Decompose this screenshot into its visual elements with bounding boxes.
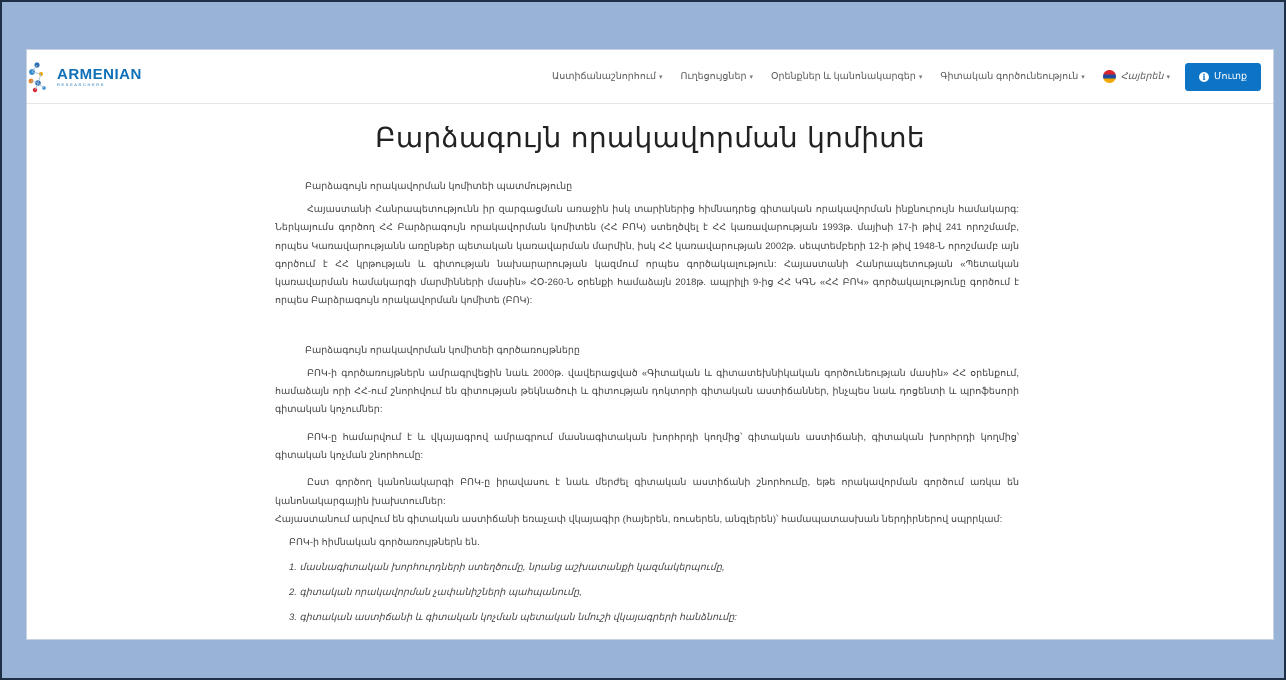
functions-paragraph-2: ԲՈԿ-ը համարվում է և վկայագրով ամրագրում … bbox=[275, 431, 1019, 461]
main-content: Բարձագույն որակավորման կոմիտե Բարձագույն… bbox=[27, 121, 1273, 623]
functions-list-heading: ԲՈԿ-ի հիմնական գործառույթներն են. bbox=[289, 536, 480, 548]
screenshot-frame: ARMENIAN RESEARCHERS Աստիճանաշնորհում ▾ … bbox=[0, 0, 1286, 680]
functions-list-item: 3. գիտական աստիճանի և գիտական կոչման պետ… bbox=[289, 611, 737, 623]
history-section-title: Բարձագույն որակավորման կոմիտեի պատմությո… bbox=[305, 181, 573, 192]
logo-subtitle: RESEARCHERS bbox=[57, 81, 106, 87]
functions-list-item: 1. մասնագիտական խորհուրդների ստեղծումը, … bbox=[289, 561, 725, 573]
functions-paragraph-1: ԲՈԿ-ի գործառույթներն ամրագրվեցին նաև 200… bbox=[275, 367, 1019, 416]
nav-label: Ուղեցույցներ bbox=[680, 71, 747, 82]
functions-paragraph-3: Ըստ գործող կանոնակարգի ԲՈԿ-ը իրավասու է … bbox=[275, 477, 1019, 507]
chevron-down-icon: ▾ bbox=[749, 73, 753, 81]
logo-wordmark: ARMENIAN bbox=[57, 65, 142, 83]
language-selector[interactable]: Հայերեն ▾ bbox=[1094, 70, 1179, 83]
nav-degree-awarding[interactable]: Աստիճանաշնորհում ▾ bbox=[543, 71, 672, 82]
login-label: Մուտք bbox=[1214, 71, 1247, 82]
functions-section-title: Բարձագույն որակավորման կոմիտեի գործառույ… bbox=[305, 344, 580, 356]
certificate-note: Հայաստանում արվում են գիտական աստիճանի ե… bbox=[275, 513, 1003, 525]
nav-label: Աստիճանաշնորհում bbox=[551, 71, 657, 82]
nav-guides[interactable]: Ուղեցույցներ ▾ bbox=[672, 71, 762, 82]
main-menu: Աստիճանաշնորհում ▾ Ուղեցույցներ ▾ Օրենքն… bbox=[543, 62, 1261, 91]
logo-text: ARMENIAN RESEARCHERS bbox=[57, 67, 142, 87]
nav-scientific-activity[interactable]: Գիտական գործունեություն ▾ bbox=[931, 71, 1093, 82]
site-logo[interactable]: ARMENIAN RESEARCHERS bbox=[27, 59, 142, 95]
logo-network-icon bbox=[28, 61, 46, 92]
armenia-flag-icon bbox=[1102, 70, 1116, 83]
login-button[interactable]: i Մուտք bbox=[1185, 62, 1261, 91]
nav-laws-regulations[interactable]: Օրենքներ և կանոնակարգեր ▾ bbox=[762, 71, 931, 82]
functions-list-item: 2. գիտական որակավորման չափանիշների պահպա… bbox=[289, 586, 582, 598]
browser-page: ARMENIAN RESEARCHERS Աստիճանաշնորհում ▾ … bbox=[26, 49, 1274, 640]
chevron-down-icon: ▾ bbox=[1081, 73, 1085, 81]
language-label: Հայերեն bbox=[1120, 71, 1164, 82]
nav-label: Օրենքներ և կանոնակարգեր bbox=[771, 71, 916, 82]
chevron-down-icon: ▾ bbox=[918, 73, 923, 81]
nav-label: Գիտական գործունեություն bbox=[940, 71, 1079, 82]
top-navbar: ARMENIAN RESEARCHERS Աստիճանաշնորհում ▾ … bbox=[27, 50, 1273, 104]
chevron-down-icon: ▾ bbox=[1166, 73, 1171, 81]
chevron-down-icon: ▾ bbox=[659, 73, 663, 81]
page-title: Բարձագույն որակավորման կոմիտե bbox=[375, 121, 925, 154]
info-icon: i bbox=[1199, 71, 1210, 82]
history-paragraph: Հայաստանի Հանրապետությունն իր զարգացման … bbox=[275, 204, 1019, 307]
